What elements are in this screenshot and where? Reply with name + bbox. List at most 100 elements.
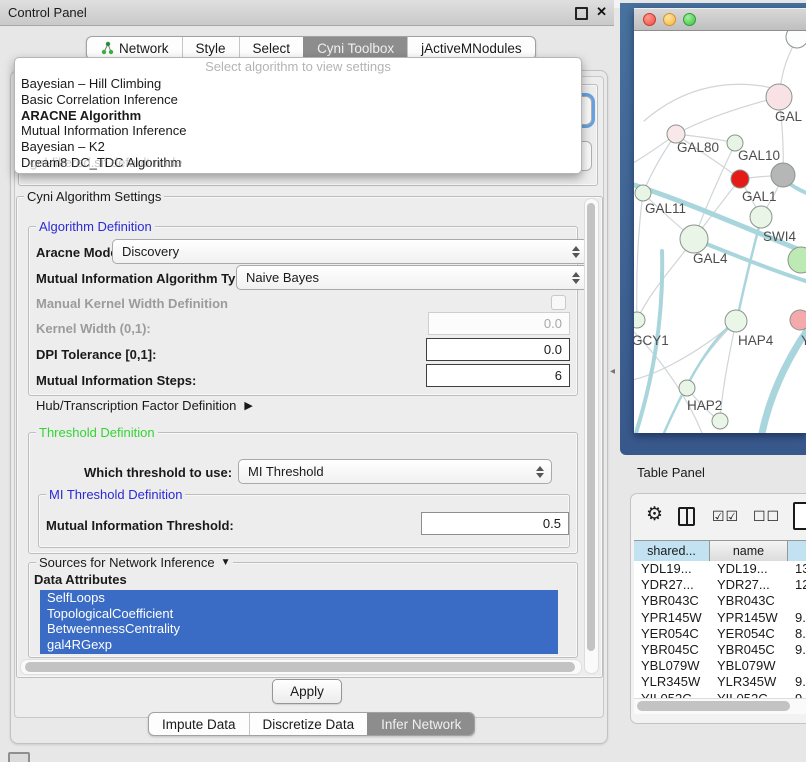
network-edge[interactable] bbox=[634, 183, 806, 255]
mi-threshold-title: MI Threshold Definition bbox=[46, 487, 185, 502]
network-node-y[interactable] bbox=[790, 310, 806, 330]
minimize-traffic-light-icon[interactable] bbox=[663, 13, 676, 26]
column-header[interactable]: name bbox=[710, 541, 788, 561]
network-edge[interactable] bbox=[634, 321, 736, 381]
table-row[interactable]: YIL052CYIL052C9. bbox=[634, 691, 806, 699]
control-panel-title: Control Panel bbox=[8, 5, 87, 20]
table-row[interactable]: YPR145WYPR145W9. bbox=[634, 610, 806, 626]
network-node[interactable] bbox=[771, 163, 795, 187]
float-window-icon[interactable] bbox=[575, 7, 588, 20]
settings-vscrollbar[interactable] bbox=[584, 198, 599, 674]
aracne-mode-combobox[interactable]: Discovery bbox=[112, 239, 588, 264]
sources-expander[interactable]: Sources for Network Inference ▼ bbox=[36, 555, 233, 570]
table-row[interactable]: YBL079WYBL079W bbox=[634, 658, 806, 674]
network-node-swi4[interactable] bbox=[750, 206, 772, 228]
popup-item[interactable]: Bayesian – Hill Climbing bbox=[15, 76, 581, 92]
tab-jactivemnodules[interactable]: jActiveMNodules bbox=[407, 37, 535, 59]
network-edge[interactable] bbox=[644, 84, 784, 121]
minimized-panel-icon[interactable] bbox=[8, 752, 30, 762]
settings-hscrollbar-thumb[interactable] bbox=[25, 662, 575, 672]
which-threshold-label: Which threshold to use: bbox=[84, 465, 232, 480]
popup-item[interactable]: ARACNE Algorithm bbox=[15, 108, 581, 124]
table-row[interactable]: YLR345WYLR345W9. bbox=[634, 674, 806, 690]
table-row[interactable]: YBR045CYBR045C9. bbox=[634, 642, 806, 658]
table-hscrollbar[interactable] bbox=[634, 698, 806, 714]
network-node-label: Y bbox=[801, 333, 806, 348]
export-table-icon[interactable] bbox=[793, 502, 806, 530]
which-threshold-combobox[interactable]: MI Threshold bbox=[238, 459, 552, 484]
table-cell bbox=[788, 593, 806, 609]
network-node-label: GAL10 bbox=[738, 148, 780, 163]
popup-item[interactable]: Bayesian – K2 bbox=[15, 139, 581, 155]
settings-vscrollbar-thumb[interactable] bbox=[587, 203, 595, 651]
checked-columns-icon[interactable]: ☑☑ bbox=[712, 508, 739, 525]
bottom-tab-impute-data[interactable]: Impute Data bbox=[149, 713, 249, 735]
network-window: GALGAL80GAL10GAL1GAL11SWI4GAL4GCY1HAP4YH… bbox=[634, 8, 806, 433]
network-edge[interactable] bbox=[637, 239, 694, 320]
network-node[interactable] bbox=[788, 247, 806, 273]
network-edge[interactable] bbox=[737, 219, 761, 320]
network-node-hap4[interactable] bbox=[725, 310, 747, 332]
gear-icon[interactable]: ⚙ bbox=[646, 503, 663, 526]
network-node-gcy1[interactable] bbox=[634, 312, 645, 328]
dpi-tolerance-field[interactable]: 0.0 bbox=[426, 338, 570, 361]
table-row[interactable]: YDL19...YDL19...13 bbox=[634, 561, 806, 577]
network-node-gal[interactable] bbox=[766, 84, 792, 110]
attribute-item[interactable]: TopologicalCoefficient bbox=[40, 606, 558, 622]
kernel-width-value: 0.0 bbox=[544, 316, 562, 331]
table-cell: YDL19... bbox=[710, 561, 788, 577]
network-edge[interactable] bbox=[676, 97, 779, 134]
mi-threshold-field[interactable]: 0.5 bbox=[421, 512, 569, 535]
column-header[interactable]: A bbox=[788, 541, 806, 561]
attribute-item[interactable]: SelfLoops bbox=[40, 590, 558, 606]
network-edge[interactable] bbox=[694, 144, 735, 239]
network-canvas[interactable]: GALGAL80GAL10GAL1GAL11SWI4GAL4GCY1HAP4YH… bbox=[634, 31, 806, 433]
tab-label: Style bbox=[196, 41, 226, 56]
manual-kernel-checkbox[interactable] bbox=[551, 295, 566, 310]
network-node[interactable] bbox=[786, 31, 806, 48]
bottom-tab-infer-network[interactable]: Infer Network bbox=[367, 713, 474, 735]
hub-expander[interactable]: Hub/Transcription Factor Definition ▶ bbox=[36, 398, 253, 413]
attribute-item[interactable]: BetweennessCentrality bbox=[40, 621, 558, 637]
network-node-label: GCY1 bbox=[634, 333, 669, 348]
network-node-gal4[interactable] bbox=[680, 225, 708, 253]
tab-style[interactable]: Style bbox=[182, 37, 239, 59]
tab-select[interactable]: Select bbox=[239, 37, 304, 59]
popup-item[interactable]: Basic Correlation Inference bbox=[15, 92, 581, 108]
network-edge[interactable] bbox=[687, 321, 736, 388]
table-row[interactable]: YBR043CYBR043C bbox=[634, 593, 806, 609]
unchecked-columns-icon[interactable]: ☐☐ bbox=[753, 508, 780, 525]
close-traffic-light-icon[interactable] bbox=[643, 13, 656, 26]
tab-network[interactable]: Network bbox=[87, 37, 182, 59]
splitter-collapse-icon[interactable]: ◂ bbox=[610, 366, 615, 377]
mi-steps-field[interactable]: 6 bbox=[426, 364, 570, 387]
zoom-traffic-light-icon[interactable] bbox=[683, 13, 696, 26]
close-icon[interactable]: ✕ bbox=[596, 4, 607, 20]
column-header[interactable]: shared... bbox=[634, 541, 710, 561]
data-attributes-list[interactable]: SelfLoopsTopologicalCoefficientBetweenne… bbox=[40, 590, 558, 654]
apply-button[interactable]: Apply bbox=[272, 679, 342, 704]
table-cell: YBL079W bbox=[634, 658, 710, 674]
split-pane-icon[interactable] bbox=[678, 507, 695, 526]
table-header-row: shared...nameA bbox=[634, 540, 806, 562]
network-node-label: GAL4 bbox=[693, 251, 728, 266]
network-node-label: HAP4 bbox=[738, 333, 774, 348]
network-node-gal11[interactable] bbox=[635, 185, 651, 201]
settings-hscrollbar[interactable] bbox=[20, 659, 582, 675]
tab-cyni-toolbox[interactable]: Cyni Toolbox bbox=[303, 37, 407, 59]
network-node-gal1[interactable] bbox=[731, 170, 749, 188]
bottom-tab-discretize-data[interactable]: Discretize Data bbox=[249, 713, 368, 735]
table-row[interactable]: YER054CYER054C8. bbox=[634, 626, 806, 642]
network-node[interactable] bbox=[712, 413, 728, 429]
attribute-item[interactable]: gal4RGexp bbox=[40, 637, 558, 653]
network-edge[interactable] bbox=[643, 134, 676, 193]
network-node-label: HAP2 bbox=[687, 398, 722, 413]
popup-item[interactable]: Mutual Information Inference bbox=[15, 123, 581, 139]
kernel-width-field[interactable]: 0.0 bbox=[428, 312, 570, 335]
dpi-tolerance-label: DPI Tolerance [0,1]: bbox=[36, 347, 156, 362]
network-edge[interactable] bbox=[637, 193, 643, 320]
mi-type-combobox[interactable]: Naive Bayes bbox=[236, 265, 588, 290]
network-node-hap2[interactable] bbox=[679, 380, 695, 396]
table-hscrollbar-thumb[interactable] bbox=[637, 701, 790, 711]
table-row[interactable]: YDR27...YDR27...12 bbox=[634, 577, 806, 593]
